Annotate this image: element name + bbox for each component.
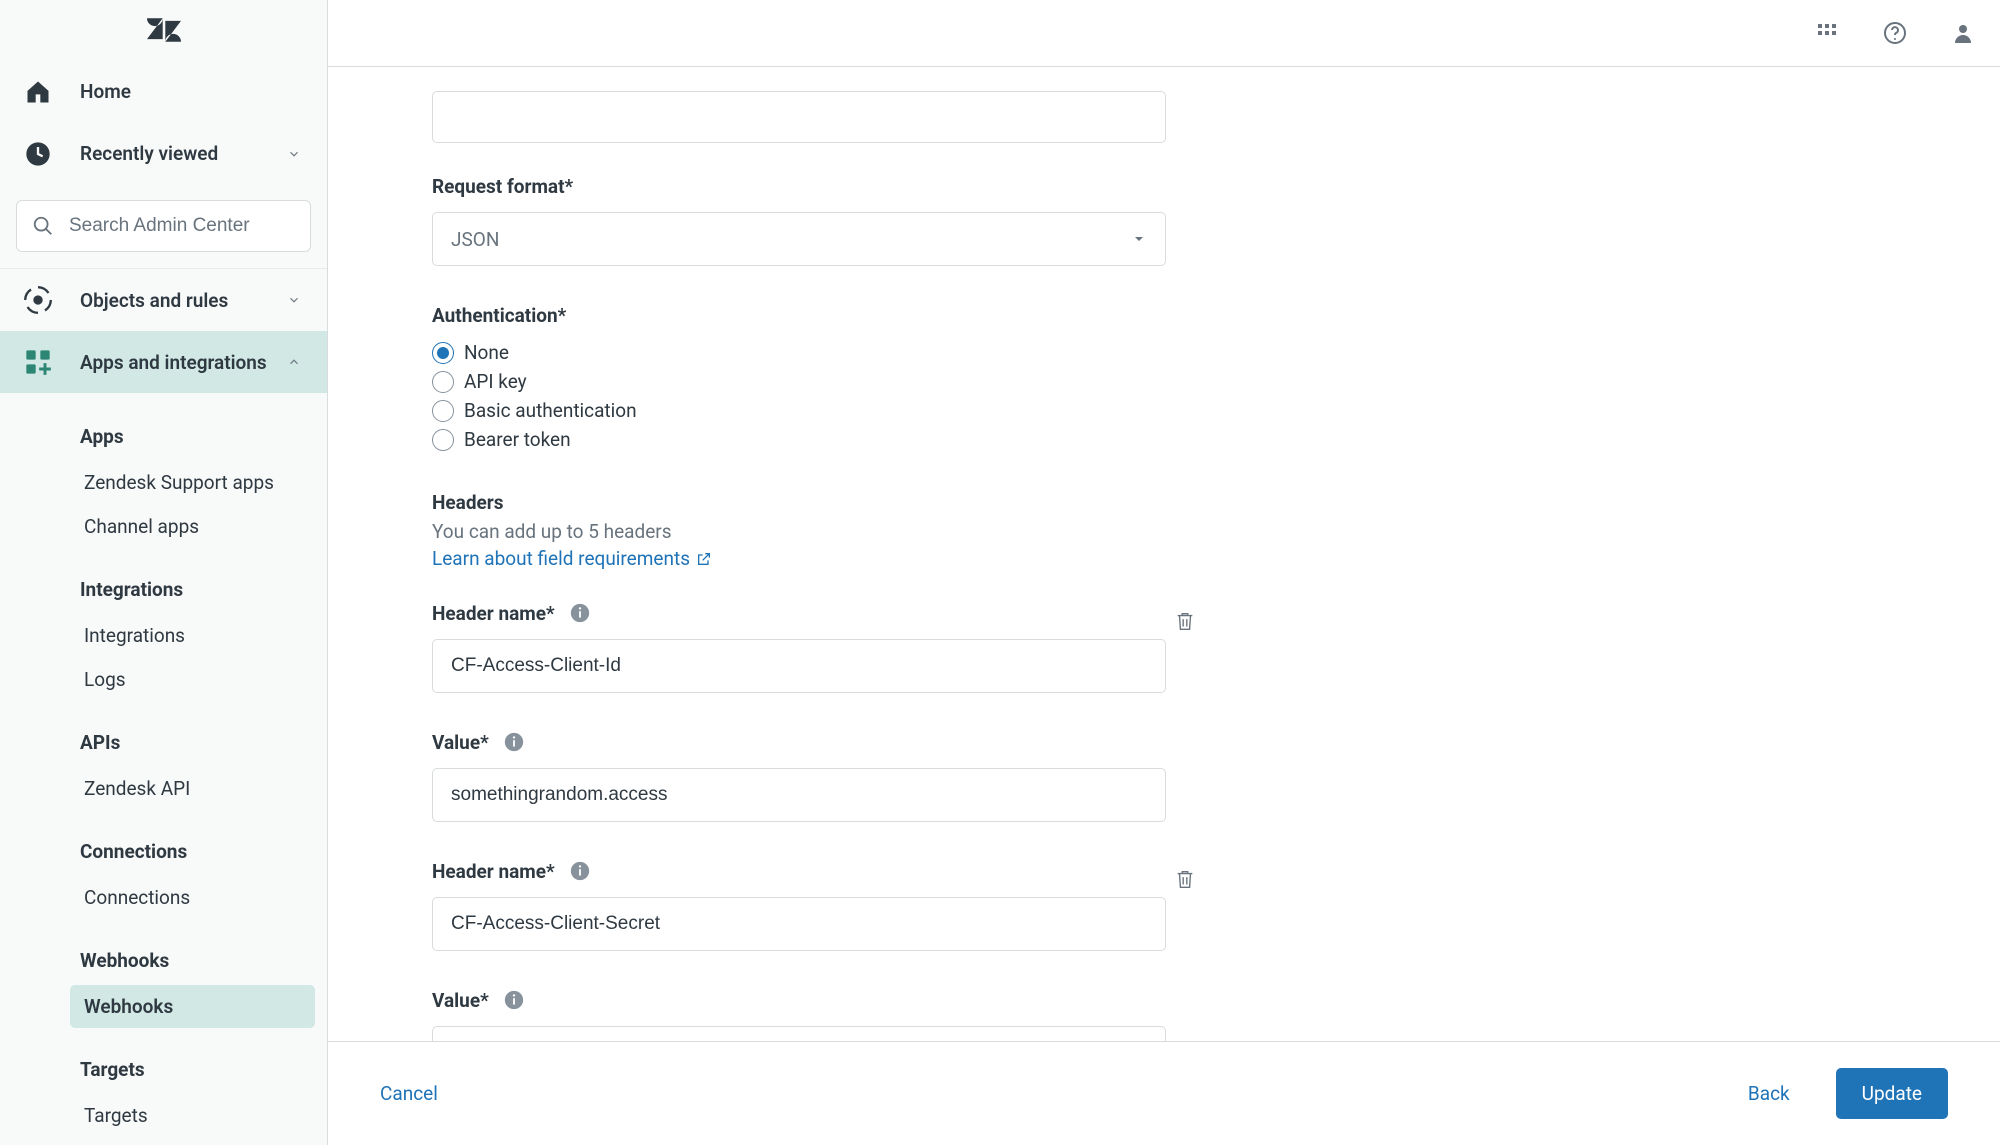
subnav: Apps Zendesk Support apps Channel apps I…	[0, 393, 327, 1145]
radio-bearer-label: Bearer token	[464, 428, 571, 451]
radio-basic-auth[interactable]: Basic authentication	[432, 399, 1232, 422]
radio-api-key[interactable]: API key	[432, 370, 1232, 393]
radio-dot-icon	[432, 342, 454, 364]
subitem-zendesk-support-apps[interactable]: Zendesk Support apps	[70, 461, 315, 504]
nav-apps-label: Apps and integrations	[80, 351, 287, 374]
webhook-form: Request format* JSON Authentication* Non…	[432, 67, 1232, 1041]
trash-icon	[1174, 608, 1196, 634]
subitem-integrations[interactable]: Integrations	[70, 614, 315, 657]
subitem-webhooks[interactable]: Webhooks	[70, 985, 315, 1028]
chevron-down-icon	[287, 147, 301, 161]
nav-apps-integrations[interactable]: Apps and integrations	[0, 331, 327, 393]
search-section	[0, 184, 327, 269]
cancel-button[interactable]: Cancel	[380, 1082, 438, 1105]
user-icon[interactable]	[1950, 20, 1976, 46]
header1-value-input[interactable]	[432, 768, 1166, 822]
main-pane: Request format* JSON Authentication* Non…	[328, 0, 2000, 1145]
group-targets: Targets	[0, 1046, 327, 1093]
group-connections: Connections	[0, 828, 327, 875]
update-button[interactable]: Update	[1836, 1068, 1948, 1119]
nav-objects-rules[interactable]: Objects and rules	[0, 269, 327, 331]
radio-dot-icon	[432, 400, 454, 422]
zendesk-logo-icon	[147, 13, 181, 47]
help-icon[interactable]	[1882, 20, 1908, 46]
header1-name-input[interactable]	[432, 639, 1166, 693]
subitem-connections[interactable]: Connections	[70, 876, 315, 919]
objects-icon	[24, 286, 52, 314]
subitem-logs[interactable]: Logs	[70, 658, 315, 701]
radio-none[interactable]: None	[432, 341, 1232, 364]
headers-link-text: Learn about field requirements	[432, 547, 690, 570]
group-apps: Apps	[0, 413, 327, 460]
group-integrations: Integrations	[0, 566, 327, 613]
back-button[interactable]: Back	[1748, 1082, 1790, 1105]
radio-none-label: None	[464, 341, 509, 364]
search-icon	[32, 215, 54, 237]
info-icon[interactable]	[569, 860, 591, 882]
chevron-down-icon	[1131, 231, 1147, 247]
search-input[interactable]	[16, 200, 311, 252]
headers-title: Headers	[432, 491, 1232, 514]
group-webhooks: Webhooks	[0, 937, 327, 984]
chevron-up-icon	[287, 355, 301, 369]
footer-bar: Cancel Back Update	[328, 1041, 2000, 1145]
content-scroll[interactable]: Request format* JSON Authentication* Non…	[328, 67, 2000, 1041]
headers-link[interactable]: Learn about field requirements	[432, 547, 712, 570]
header2-value-label: Value*	[432, 989, 1232, 1012]
radio-api-key-label: API key	[464, 370, 527, 393]
header2-name-label: Header name*	[432, 860, 591, 883]
trash-icon	[1174, 866, 1196, 892]
clock-icon	[24, 140, 52, 168]
nav-recent[interactable]: Recently viewed	[0, 123, 327, 185]
subitem-channel-apps[interactable]: Channel apps	[70, 505, 315, 548]
headers-help: You can add up to 5 headers	[432, 520, 1232, 543]
subitem-zendesk-api[interactable]: Zendesk API	[70, 767, 315, 810]
request-format-select[interactable]: JSON	[432, 212, 1166, 266]
nav-home-label: Home	[80, 80, 301, 103]
delete-header-1[interactable]	[1174, 608, 1196, 634]
delete-header-2[interactable]	[1174, 866, 1196, 892]
zendesk-logo	[0, 0, 327, 61]
radio-basic-label: Basic authentication	[464, 399, 637, 422]
group-apis: APIs	[0, 719, 327, 766]
request-format-label: Request format*	[432, 175, 1232, 198]
radio-bearer-token[interactable]: Bearer token	[432, 428, 1232, 451]
apps-grid-icon[interactable]	[1814, 20, 1840, 46]
header1-value-label: Value*	[432, 731, 1232, 754]
header2-name-input[interactable]	[432, 897, 1166, 951]
request-format-value: JSON	[451, 228, 499, 251]
header2-value-input[interactable]	[432, 1026, 1166, 1041]
nav-recent-label: Recently viewed	[80, 142, 287, 165]
external-link-icon	[696, 551, 712, 567]
home-icon	[24, 78, 52, 106]
chevron-down-icon	[287, 293, 301, 307]
radio-dot-icon	[432, 429, 454, 451]
subitem-targets[interactable]: Targets	[70, 1094, 315, 1137]
nav-home[interactable]: Home	[0, 61, 327, 123]
info-icon[interactable]	[503, 989, 525, 1011]
sidebar: Home Recently viewed Objects and rules	[0, 0, 328, 1145]
nav-objects-label: Objects and rules	[80, 289, 287, 312]
topbar	[328, 0, 2000, 67]
info-icon[interactable]	[569, 602, 591, 624]
info-icon[interactable]	[503, 731, 525, 753]
radio-dot-icon	[432, 371, 454, 393]
prior-input-partial[interactable]	[432, 91, 1166, 143]
authentication-label: Authentication*	[432, 304, 1232, 327]
header1-name-label: Header name*	[432, 602, 591, 625]
apps-icon	[24, 348, 52, 376]
